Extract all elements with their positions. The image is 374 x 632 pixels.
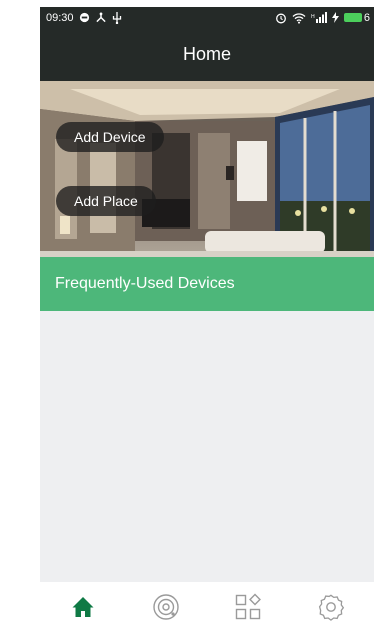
- sync-icon: [79, 12, 90, 23]
- tab-apps[interactable]: [218, 585, 278, 629]
- phone-screen: 09:30 H 6 Home Add Device Add Place Freq…: [40, 7, 374, 632]
- tab-target[interactable]: [136, 585, 196, 629]
- apps-icon: [236, 593, 262, 620]
- devices-list-area: [40, 311, 374, 582]
- hero-banner: Add Device Add Place Frequently-Used Dev…: [40, 81, 374, 311]
- battery-icon: [343, 13, 362, 22]
- add-place-button[interactable]: Add Place: [56, 186, 156, 216]
- share-icon: [95, 12, 107, 23]
- page-title: Home: [182, 44, 231, 64]
- status-bar: 09:30 H 6: [40, 7, 374, 28]
- target-icon: [153, 594, 179, 620]
- wifi-icon: [292, 12, 306, 24]
- add-device-button[interactable]: Add Device: [56, 122, 164, 152]
- status-left: 09:30: [46, 11, 122, 24]
- usb-icon: [112, 11, 122, 24]
- app-bar: Home: [40, 28, 374, 81]
- home-icon: [72, 597, 94, 617]
- alarm-icon: [275, 12, 287, 24]
- battery-indicator: 6: [343, 11, 370, 24]
- charging-icon: [331, 12, 339, 23]
- signal-icon: H: [311, 12, 327, 23]
- bottom-tab-bar: [40, 582, 374, 632]
- svg-text:H: H: [311, 14, 315, 20]
- settings-icon: [318, 594, 344, 621]
- status-right: H 6: [275, 12, 370, 24]
- tab-home[interactable]: [53, 585, 113, 629]
- battery-level: 6: [363, 11, 370, 24]
- frequently-used-devices-header: Frequently-Used Devices: [40, 257, 374, 311]
- add-device-label: Add Device: [74, 129, 146, 145]
- status-time: 09:30: [46, 11, 74, 24]
- tab-settings[interactable]: [301, 585, 361, 629]
- section-title: Frequently-Used Devices: [55, 275, 235, 292]
- add-place-label: Add Place: [74, 193, 138, 209]
